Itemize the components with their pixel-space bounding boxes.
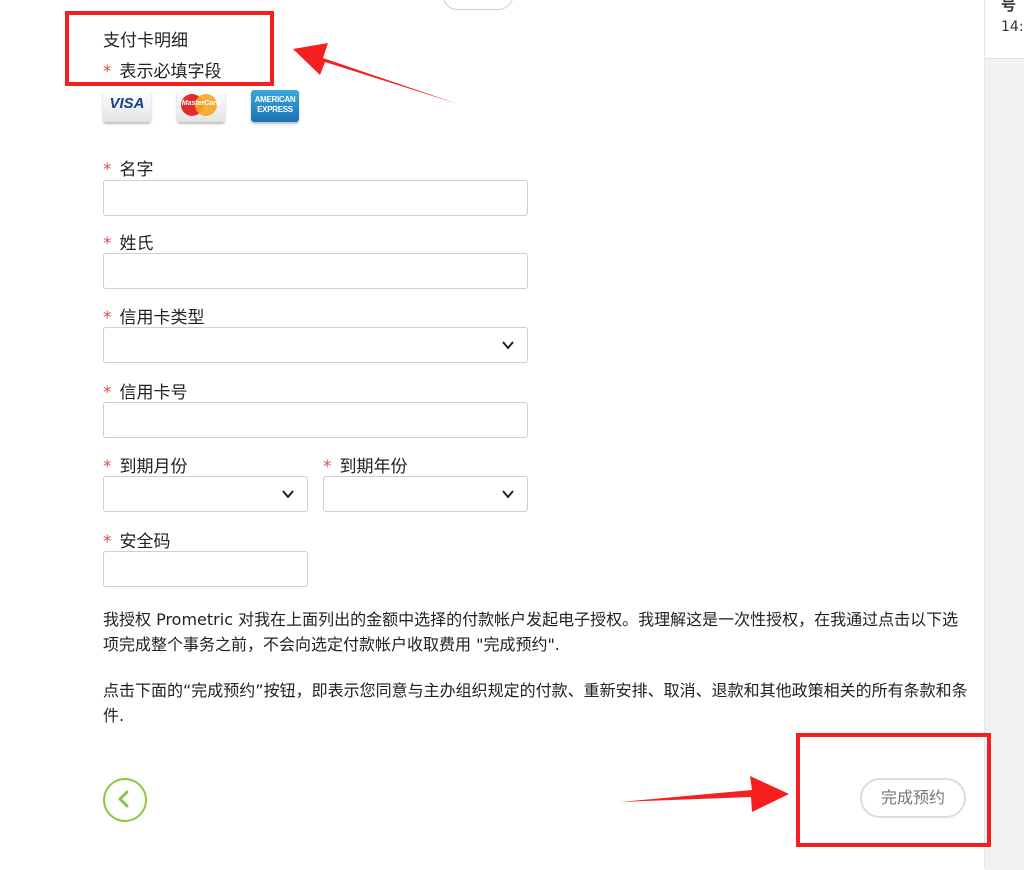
expiry-year-label-text: 到期年份 xyxy=(339,457,408,477)
card-number-label-text: 信用卡号 xyxy=(119,383,188,403)
required-asterisk: * xyxy=(323,457,332,477)
side-panel-body xyxy=(985,58,1024,870)
required-asterisk: * xyxy=(103,457,112,477)
security-code-input[interactable] xyxy=(103,551,308,587)
complete-booking-button[interactable]: 完成预约 xyxy=(860,778,966,818)
required-asterisk: * xyxy=(103,308,112,328)
visa-card-logo: VISA xyxy=(103,90,151,122)
section-title: 支付卡明细 xyxy=(103,31,188,51)
required-note-text: 表示必填字段 xyxy=(119,62,222,82)
expiry-year-label: * 到期年份 xyxy=(323,452,408,477)
required-asterisk: * xyxy=(103,234,112,254)
chevron-left-icon xyxy=(118,790,129,808)
first-name-label: * 名字 xyxy=(103,155,154,180)
expiry-year-select[interactable] xyxy=(323,476,528,512)
first-name-label-text: 名字 xyxy=(119,160,154,180)
security-code-label-text: 安全码 xyxy=(119,532,171,552)
chevron-down-icon xyxy=(502,341,514,350)
side-panel-fragment: 号 xyxy=(1001,0,1017,14)
expiry-month-label-text: 到期月份 xyxy=(119,457,188,477)
top-pill-button[interactable] xyxy=(442,0,514,10)
last-name-input[interactable] xyxy=(103,253,528,289)
card-type-select[interactable] xyxy=(103,327,528,363)
button-arrow-icon xyxy=(620,776,789,812)
required-asterisk: * xyxy=(103,62,112,82)
expiry-month-label: * 到期月份 xyxy=(103,452,188,477)
chevron-down-icon xyxy=(282,490,294,499)
visa-logo-text: VISA xyxy=(109,95,145,112)
amex-card-logo: AMERICAN EXPRESS xyxy=(251,90,299,122)
last-name-label: * 姓氏 xyxy=(103,229,154,254)
chevron-down-icon xyxy=(502,490,514,499)
agreement-text: 点击下面的“完成预约”按钮，即表示您同意与主办组织规定的付款、重新安排、取消、退… xyxy=(103,681,968,725)
card-type-label: * 信用卡类型 xyxy=(103,303,205,328)
expiry-month-select[interactable] xyxy=(103,476,308,512)
title-arrow-icon xyxy=(293,43,458,104)
authorization-text: 我授权 Prometric 对我在上面列出的金额中选择的付款帐户发起电子授权。我… xyxy=(103,610,959,654)
last-name-label-text: 姓氏 xyxy=(119,234,154,254)
side-panel-time: 14: xyxy=(1001,19,1024,35)
amex-logo-text: AMERICAN EXPRESS xyxy=(254,95,296,114)
card-number-label: * 信用卡号 xyxy=(103,378,188,403)
card-type-label-text: 信用卡类型 xyxy=(119,308,205,328)
mastercard-logo: MasterCard xyxy=(177,90,225,122)
card-number-input[interactable] xyxy=(103,402,528,438)
required-asterisk: * xyxy=(103,160,112,180)
security-code-label: * 安全码 xyxy=(103,527,171,552)
back-button[interactable] xyxy=(103,778,147,822)
side-panel: 号 14: xyxy=(984,0,1024,870)
first-name-input[interactable] xyxy=(103,180,528,216)
required-note: * 表示必填字段 xyxy=(103,57,222,82)
required-asterisk: * xyxy=(103,532,112,552)
required-asterisk: * xyxy=(103,383,112,403)
mastercard-logo-text: MasterCard xyxy=(181,100,221,107)
